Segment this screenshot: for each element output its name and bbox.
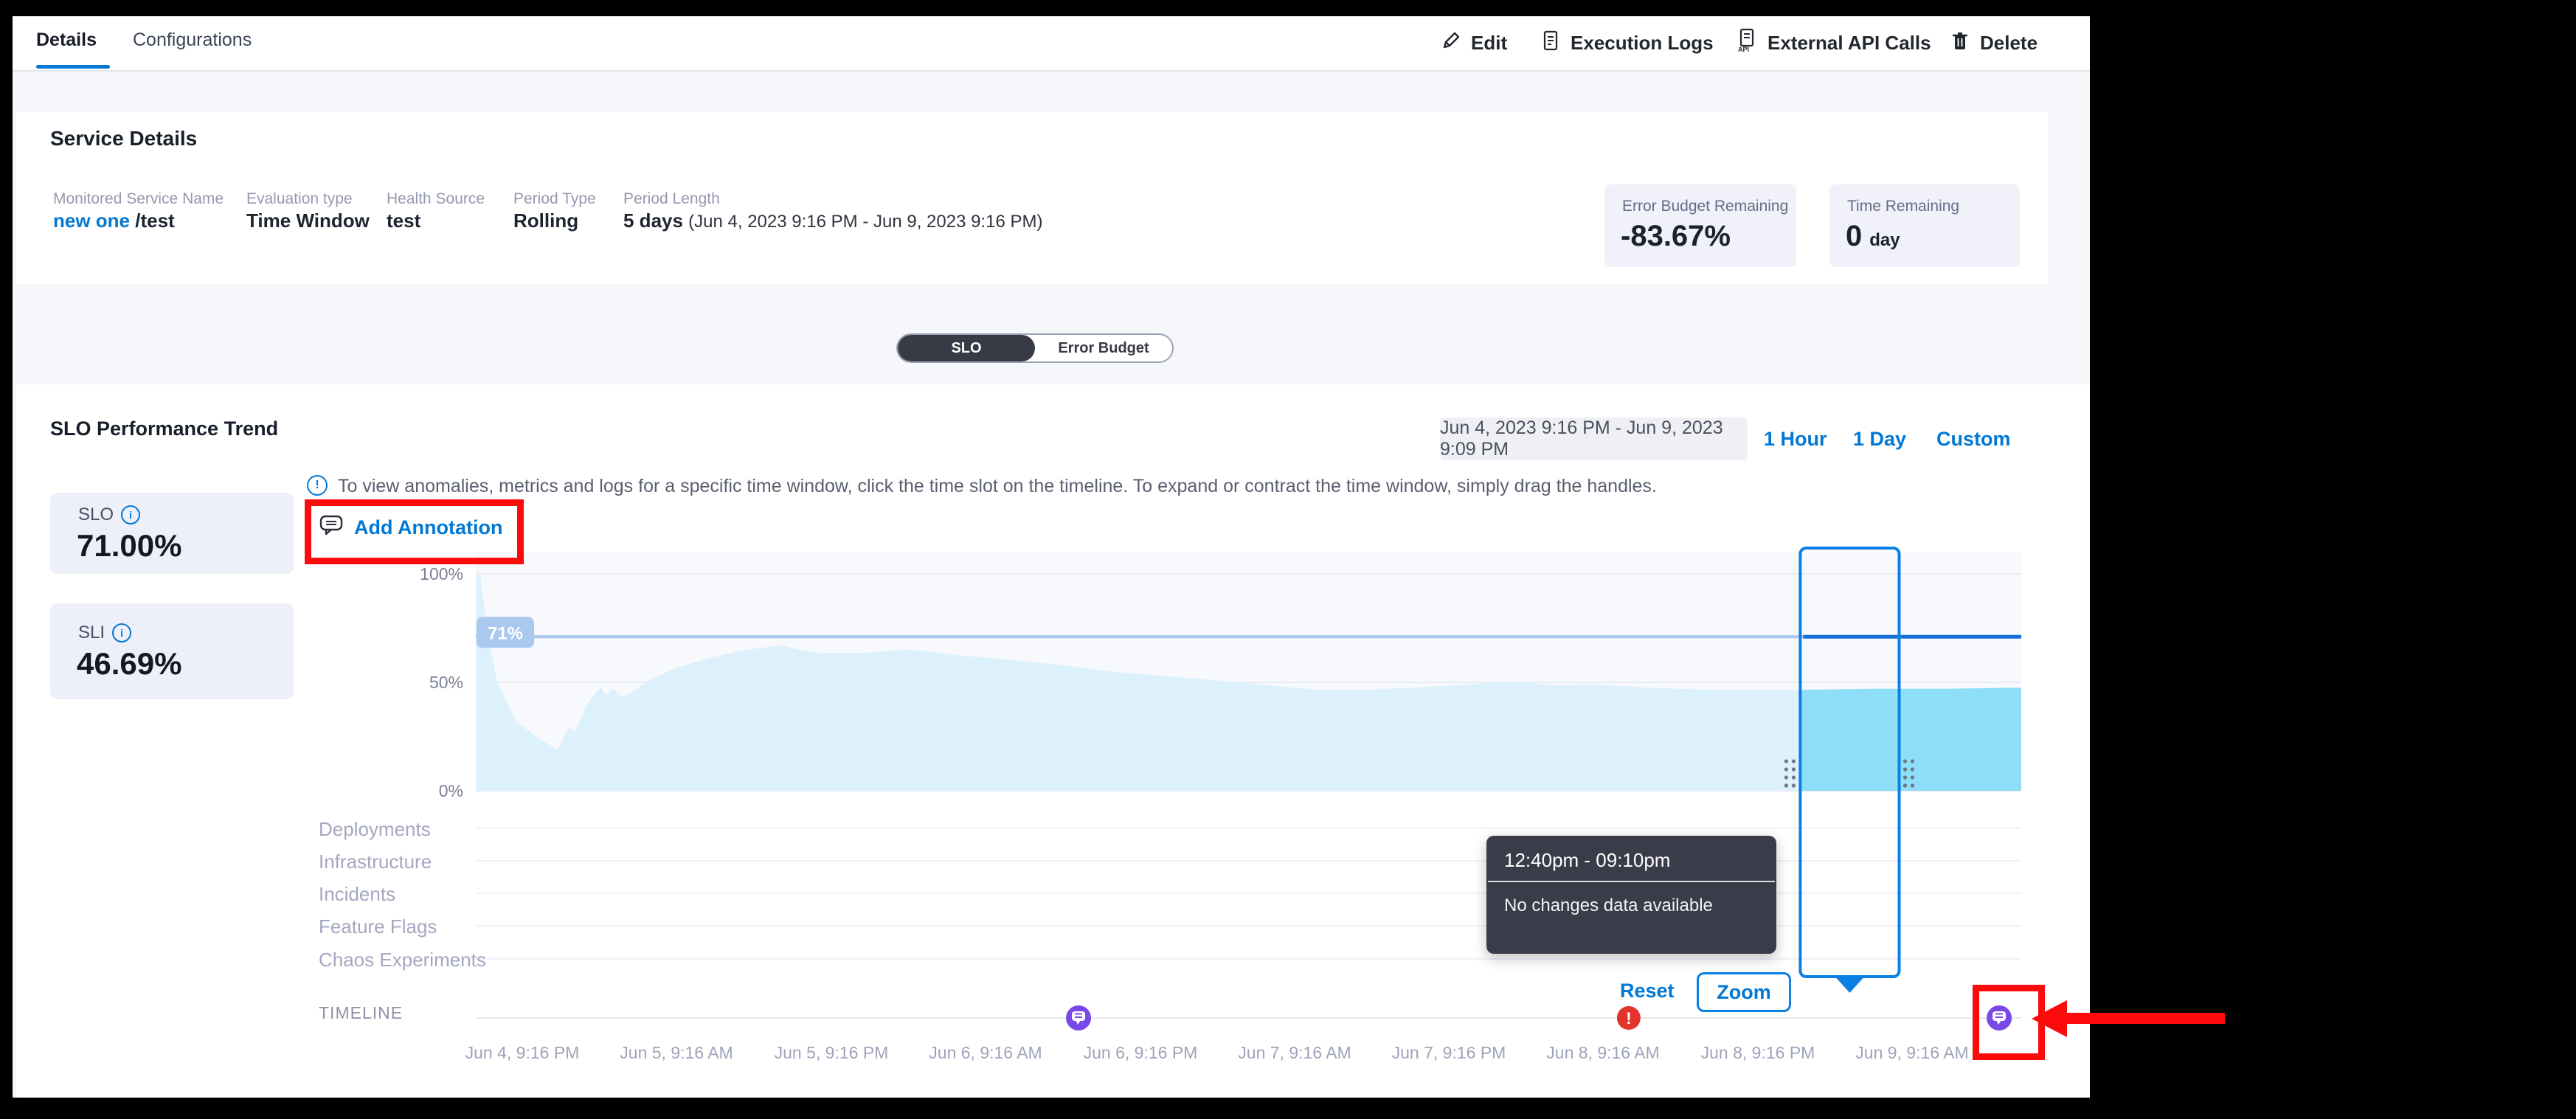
tab-details[interactable]: Details [36,30,97,51]
service-details-title: Service Details [50,127,197,150]
tooltip-body: No changes data available [1486,882,1776,929]
field-value-health-source: test [387,209,420,232]
execution-logs-button[interactable]: Execution Logs [1540,28,1714,58]
x-tick-1: Jun 5, 9:16 AM [588,1043,765,1063]
slo-info-icon[interactable]: i [121,505,140,524]
row-label-chaos-experiments: Chaos Experiments [319,949,486,971]
time-remaining-unit: day [1869,230,1900,251]
api-document-icon: API [1735,28,1759,58]
zoom-button[interactable]: Zoom [1697,972,1791,1012]
error-budget-remaining-value: -83.67% [1604,215,1796,253]
field-value-period-length: 5 days (Jun 4, 2023 9:16 PM - Jun 9, 202… [623,209,1042,232]
timeline-error-icon[interactable]: ! [1617,1006,1641,1030]
tab-details-underline [36,65,110,69]
execution-logs-label: Execution Logs [1571,32,1714,55]
slo-card: SLO i 71.00% [50,493,294,574]
y-tick-100: 100% [398,564,463,584]
field-value-evaluation-type: Time Window [246,209,370,232]
changes-tooltip: 12:40pm - 09:10pm No changes data availa… [1486,836,1776,954]
trash-icon [1949,30,1971,57]
external-api-calls-button[interactable]: API External API Calls [1735,28,1931,58]
view-toggle: SLO Error Budget [896,333,1174,363]
time-remaining-label: Time Remaining [1829,184,2020,215]
row-label-incidents: Incidents [319,883,395,906]
date-range-badge[interactable]: Jun 4, 2023 9:16 PM - Jun 9, 2023 9:09 P… [1440,418,1748,460]
y-tick-0: 0% [398,781,463,801]
sli-card: SLI i 46.69% [50,603,294,699]
reset-button[interactable]: Reset [1620,980,1675,1002]
edit-label: Edit [1471,32,1507,55]
timeline-annotation-icon[interactable] [1066,1005,1091,1030]
x-tick-4: Jun 6, 9:16 PM [1052,1043,1229,1063]
slo-card-value: 71.00% [50,525,294,564]
trend-title: SLO Performance Trend [50,418,278,440]
delete-label: Delete [1980,32,2037,55]
field-label-period-length: Period Length [623,190,720,208]
delete-button[interactable]: Delete [1949,28,2037,58]
field-label-health-source: Health Source [387,190,485,208]
sli-card-value: 46.69% [50,643,294,682]
svg-text:API: API [1738,46,1749,53]
sli-info-icon[interactable]: i [112,623,131,642]
add-annotation-button[interactable]: Add Annotation [319,513,502,542]
document-icon [1540,30,1562,57]
x-tick-3: Jun 6, 9:16 AM [897,1043,1074,1063]
tab-configurations[interactable]: Configurations [133,30,252,51]
range-link-1-day[interactable]: 1 Day [1853,428,1906,451]
y-tick-50: 50% [398,673,463,693]
field-label-evaluation-type: Evaluation type [246,190,353,208]
add-annotation-label: Add Annotation [354,516,502,539]
annotation-arrow-head [2032,1000,2067,1037]
time-remaining-box: Time Remaining 0 day [1829,184,2020,267]
field-label-monitored-service: Monitored Service Name [53,190,224,208]
field-value-period-type: Rolling [513,209,578,232]
period-length-days: 5 days [623,209,688,232]
error-budget-remaining-label: Error Budget Remaining [1604,184,1796,215]
x-tick-0: Jun 4, 9:16 PM [434,1043,611,1063]
x-tick-8: Jun 8, 9:16 PM [1669,1043,1846,1063]
timeline-label: TIMELINE [319,1003,403,1023]
row-label-deployments: Deployments [319,818,431,841]
period-length-range: (Jun 4, 2023 9:16 PM - Jun 9, 2023 9:16 … [688,212,1042,232]
row-label-feature-flags: Feature Flags [319,915,437,938]
field-value-monitored-service: new one /test [53,209,175,232]
external-api-calls-label: External API Calls [1767,32,1931,55]
edit-button[interactable]: Edit [1440,28,1507,58]
trend-info-text: To view anomalies, metrics and logs for … [338,476,1657,497]
svg-text:!: ! [1626,1009,1631,1028]
error-budget-remaining-box: Error Budget Remaining -83.67% [1604,184,1796,267]
slo-card-label: SLO [78,505,114,525]
row-label-infrastructure: Infrastructure [319,850,432,873]
monitored-service-link[interactable]: new one [53,209,130,232]
x-tick-5: Jun 7, 9:16 AM [1206,1043,1383,1063]
range-link-1-hour[interactable]: 1 Hour [1764,428,1827,451]
pencil-icon [1440,30,1462,57]
speech-bubble-icon [319,513,344,542]
time-remaining-value: 0 [1846,220,1862,253]
tooltip-time-range: 12:40pm - 09:10pm [1486,836,1776,881]
toggle-error-budget[interactable]: Error Budget [1035,335,1172,361]
range-link-custom[interactable]: Custom [1936,428,2011,451]
monitored-service-suffix: /test [130,209,175,232]
svg-text:71%: 71% [488,623,523,643]
x-tick-7: Jun 8, 9:16 AM [1514,1043,1692,1063]
field-label-period-type: Period Type [513,190,596,208]
toggle-slo[interactable]: SLO [898,335,1035,361]
x-tick-2: Jun 5, 9:16 PM [743,1043,920,1063]
slo-trend-chart[interactable]: 71%! [443,538,2058,1040]
x-tick-6: Jun 7, 9:16 PM [1360,1043,1537,1063]
annotation-arrow-shaft [2066,1013,2225,1024]
info-icon: ! [307,475,328,496]
sli-card-label: SLI [78,623,105,643]
selection-pointer [1836,978,1863,993]
